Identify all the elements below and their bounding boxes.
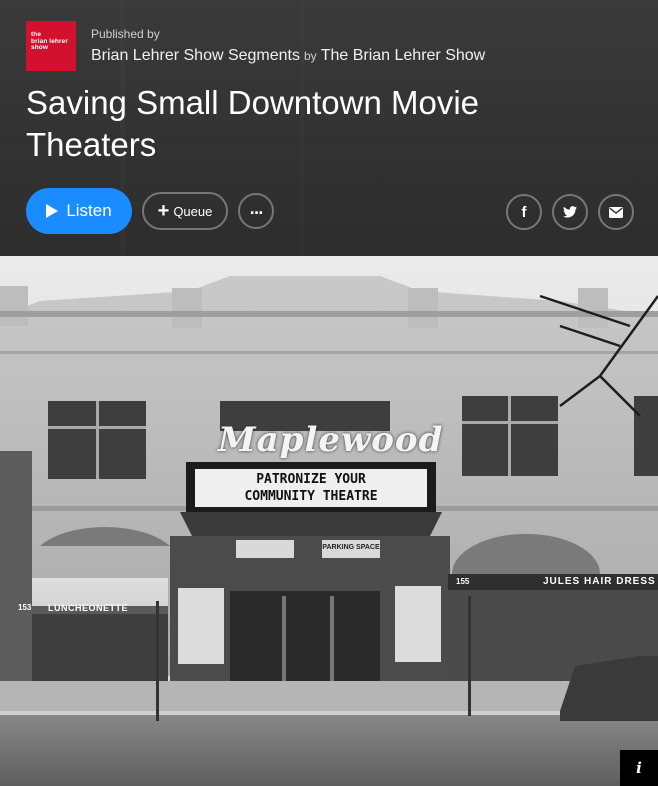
marquee-sign: Maplewood [218,420,444,460]
twitter-icon [563,206,577,218]
twitter-share-button[interactable] [552,194,588,230]
envelope-icon [609,206,623,218]
more-options-button[interactable]: ... [238,193,274,229]
marquee-line-2: COMMUNITY THEATRE [244,489,378,504]
episode-image: Maplewood PATRONIZE YOUR COMMUNITY THEAT… [0,256,658,786]
email-share-button[interactable] [598,194,634,230]
episode-title: Saving Small Downtown Movie Theaters [26,84,480,163]
show-link[interactable]: The Brian Lehrer Show [321,47,486,64]
parking-sign: PARKING SPACE [322,544,380,551]
plus-icon: + [157,200,170,222]
listen-label: Listen [66,201,112,220]
theater-photo [0,256,658,786]
publisher-link[interactable]: Brian Lehrer Show Segments [91,47,300,64]
episode-header: the brian lehrer show Published by Brian… [0,0,658,256]
right-shop-number: 155 [456,577,470,586]
left-shop-sign: LUNCHEONETTE [48,603,128,613]
by-label: by [304,49,317,63]
publisher-line: Brian Lehrer Show Segments by The Brian Le… [91,47,485,65]
facebook-share-button[interactable]: f [506,194,542,230]
listen-button[interactable]: Listen [26,188,132,234]
marquee-line-1: PATRONIZE YOUR [256,472,366,487]
queue-label: Queue [173,203,213,219]
published-by-label: Published by [91,27,160,41]
play-icon [46,204,59,218]
right-shop-sign: JULES HAIR DRESS [543,576,656,587]
queue-button[interactable]: + Queue [142,192,228,230]
show-logo[interactable]: the brian lehrer show [26,21,76,71]
logo-line-3: show [31,44,49,51]
facebook-icon: f [521,203,527,221]
left-shop-number: 153 [18,603,32,612]
image-info-button[interactable]: i [620,750,658,786]
